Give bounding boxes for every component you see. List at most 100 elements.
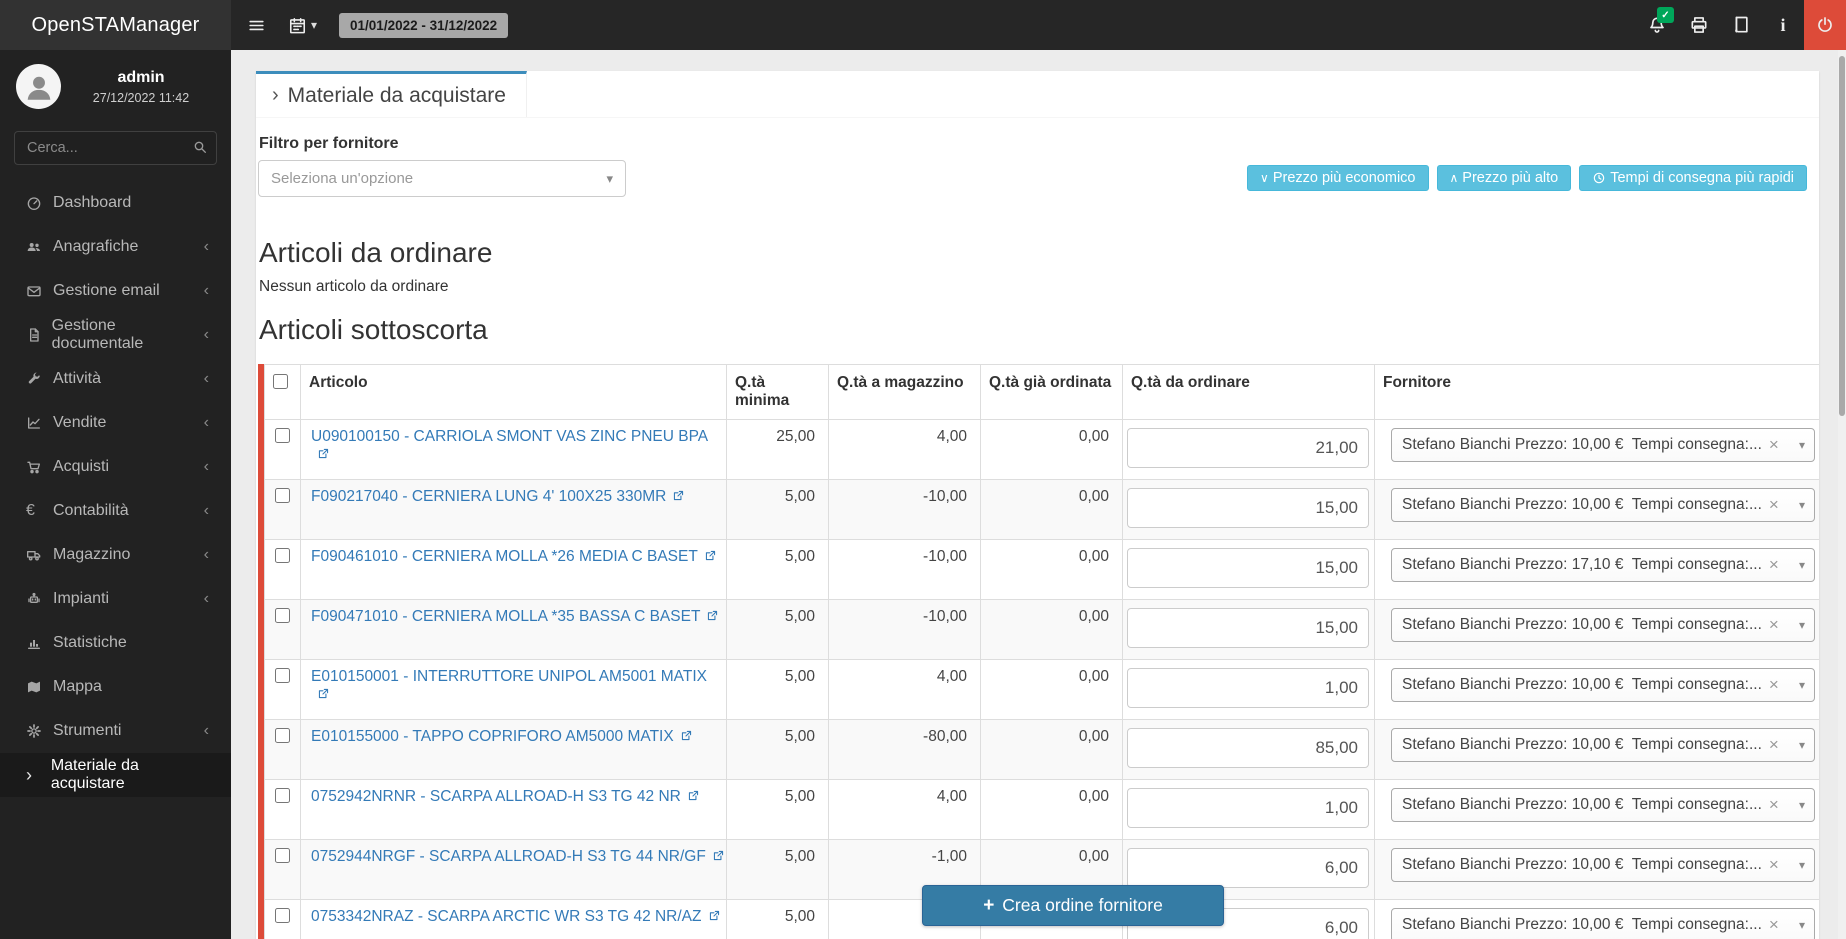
clear-selection-icon[interactable]: × xyxy=(1769,795,1779,815)
qta-da-ordinare-input[interactable] xyxy=(1127,848,1369,888)
search-icon[interactable] xyxy=(192,139,208,155)
calendar-button[interactable]: ▾ xyxy=(288,16,317,35)
external-link-icon xyxy=(317,687,330,700)
select-all-checkbox[interactable] xyxy=(273,374,288,389)
clear-selection-icon[interactable]: × xyxy=(1769,435,1779,455)
sidebar-item-icon xyxy=(26,195,53,211)
supplier-select[interactable]: Stefano Bianchi Prezzo: 10,00 € Tempi co… xyxy=(1391,728,1815,762)
row-checkbox[interactable] xyxy=(275,908,290,923)
clear-selection-icon[interactable]: × xyxy=(1769,615,1779,635)
qta-da-ordinare-input[interactable] xyxy=(1127,548,1369,588)
sidebar-item[interactable]: Gestione documentale ‹ xyxy=(0,313,231,357)
table-header-row: Articolo Q.tà minima Q.tà a magazzino Q.… xyxy=(265,365,1820,420)
info-button[interactable]: i xyxy=(1762,0,1804,50)
sidebar-item[interactable]: › Materiale da acquistare ‹ xyxy=(0,753,231,797)
chevron-left-icon: ‹ xyxy=(204,326,209,344)
supplier-select[interactable]: Stefano Bianchi Prezzo: 10,00 € Tempi co… xyxy=(1391,608,1815,642)
article-link[interactable]: 0752944NRGF - SCARPA ALLROAD-H S3 TG 44 … xyxy=(311,848,706,865)
qta-da-ordinare-input[interactable] xyxy=(1127,788,1369,828)
article-link[interactable]: F090471010 - CERNIERA MOLLA *35 BASSA C … xyxy=(311,608,700,625)
qta-da-ordinare-input[interactable] xyxy=(1127,668,1369,708)
qta-da-ordinare-input[interactable] xyxy=(1127,488,1369,528)
logout-button[interactable] xyxy=(1804,0,1846,50)
qta-da-ordinare-input[interactable] xyxy=(1127,428,1369,468)
supplier-select[interactable]: Stefano Bianchi Prezzo: 10,00 € Tempi co… xyxy=(1391,788,1815,822)
clear-selection-icon[interactable]: × xyxy=(1769,855,1779,875)
sidebar-item[interactable]: € Contabilità ‹ xyxy=(0,489,231,533)
supplier-select[interactable]: Stefano Bianchi Prezzo: 10,00 € Tempi co… xyxy=(1391,428,1815,462)
supplier-price-text: Stefano Bianchi Prezzo: 10,00 € xyxy=(1402,496,1623,513)
sort-button[interactable]: Tempi di consegna più rapidi xyxy=(1579,165,1807,191)
sidebar-item[interactable]: Vendite ‹ xyxy=(0,401,231,445)
row-checkbox[interactable] xyxy=(275,788,290,803)
supplier-price-text: Stefano Bianchi Prezzo: 10,00 € xyxy=(1402,856,1623,873)
caret-down-icon: ▾ xyxy=(1799,918,1805,932)
sidebar-item[interactable]: Strumenti ‹ xyxy=(0,709,231,753)
article-link[interactable]: F090217040 - CERNIERA LUNG 4' 100X25 330… xyxy=(311,488,666,505)
col-header-qta-da-ordinare: Q.tà da ordinare xyxy=(1123,365,1375,420)
supplier-delivery-text: Tempi consegna:... xyxy=(1632,676,1762,693)
sidebar-item[interactable]: Attività ‹ xyxy=(0,357,231,401)
date-range-badge[interactable]: 01/01/2022 - 31/12/2022 xyxy=(339,13,508,38)
clear-selection-icon[interactable]: × xyxy=(1769,915,1779,935)
supplier-select[interactable]: Stefano Bianchi Prezzo: 10,00 € Tempi co… xyxy=(1391,848,1815,882)
select-placeholder: Seleziona un'opzione xyxy=(271,170,606,187)
row-checkbox[interactable] xyxy=(275,668,290,683)
sidebar-item-icon xyxy=(26,459,53,475)
caret-down-icon: ▾ xyxy=(1799,858,1805,872)
article-link[interactable]: U090100150 - CARRIOLA SMONT VAS ZINC PNE… xyxy=(311,428,708,445)
row-checkbox[interactable] xyxy=(275,728,290,743)
sidebar-item[interactable]: Gestione email ‹ xyxy=(0,269,231,313)
article-link[interactable]: E010155000 - TAPPO COPRIFORO AM5000 MATI… xyxy=(311,728,674,745)
clear-selection-icon[interactable]: × xyxy=(1769,675,1779,695)
create-order-label: Crea ordine fornitore xyxy=(1002,895,1163,916)
sidebar-item[interactable]: Acquisti ‹ xyxy=(0,445,231,489)
print-button[interactable] xyxy=(1678,0,1720,50)
docs-button[interactable] xyxy=(1720,0,1762,50)
row-checkbox[interactable] xyxy=(275,548,290,563)
scrollbar-thumb[interactable] xyxy=(1839,56,1845,416)
article-link[interactable]: F090461010 - CERNIERA MOLLA *26 MEDIA C … xyxy=(311,548,698,565)
supplier-select[interactable]: Stefano Bianchi Prezzo: 10,00 € Tempi co… xyxy=(1391,668,1815,702)
qta-minima-value: 25,00 xyxy=(727,420,829,480)
row-checkbox[interactable] xyxy=(275,488,290,503)
clear-selection-icon[interactable]: × xyxy=(1769,555,1779,575)
sidebar-item[interactable]: Impianti ‹ xyxy=(0,577,231,621)
sidebar-item[interactable]: Magazzino ‹ xyxy=(0,533,231,577)
supplier-price-text: Stefano Bianchi Prezzo: 10,00 € xyxy=(1402,436,1623,453)
supplier-filter-select[interactable]: Seleziona un'opzione ▾ xyxy=(258,160,626,197)
calendar-icon xyxy=(288,16,307,35)
sort-button[interactable]: ∧ Prezzo più alto xyxy=(1437,165,1572,191)
page-scrollbar[interactable] xyxy=(1838,50,1846,939)
qta-da-ordinare-input[interactable] xyxy=(1127,608,1369,648)
sidebar-item-label: Attività xyxy=(53,370,101,388)
sidebar-item[interactable]: Anagrafiche ‹ xyxy=(0,225,231,269)
create-supplier-order-button[interactable]: + Crea ordine fornitore xyxy=(922,885,1224,926)
sidebar-item-icon: € xyxy=(26,502,53,520)
search-input[interactable] xyxy=(14,131,217,165)
supplier-select[interactable]: Stefano Bianchi Prezzo: 10,00 € Tempi co… xyxy=(1391,488,1815,522)
clear-selection-icon[interactable]: × xyxy=(1769,495,1779,515)
qta-ordinata-value: 0,00 xyxy=(981,420,1123,480)
qta-da-ordinare-input[interactable] xyxy=(1127,728,1369,768)
row-checkbox[interactable] xyxy=(275,428,290,443)
notifications-button[interactable]: ✓ xyxy=(1636,0,1678,50)
article-link[interactable]: 0752942NRNR - SCARPA ALLROAD-H S3 TG 42 … xyxy=(311,788,681,805)
sidebar-toggle-button[interactable] xyxy=(247,16,266,35)
sidebar-item[interactable]: Mappa ‹ xyxy=(0,665,231,709)
sidebar-item[interactable]: Statistiche ‹ xyxy=(0,621,231,665)
supplier-select[interactable]: Stefano Bianchi Prezzo: 17,10 € Tempi co… xyxy=(1391,548,1815,582)
table-row: F090217040 - CERNIERA LUNG 4' 100X25 330… xyxy=(265,480,1820,540)
clear-selection-icon[interactable]: × xyxy=(1769,735,1779,755)
supplier-price-text: Stefano Bianchi Prezzo: 10,00 € xyxy=(1402,796,1623,813)
sidebar-item-icon xyxy=(26,591,53,607)
row-checkbox[interactable] xyxy=(275,848,290,863)
row-checkbox[interactable] xyxy=(275,608,290,623)
article-link[interactable]: E010150001 - INTERRUTTORE UNIPOL AM5001 … xyxy=(311,668,707,685)
sort-button[interactable]: ∨ Prezzo più economico xyxy=(1247,165,1428,191)
tab-materiale-da-acquistare[interactable]: › Materiale da acquistare xyxy=(256,71,527,117)
qta-minima-value: 5,00 xyxy=(727,600,829,660)
sidebar-item[interactable]: Dashboard ‹ xyxy=(0,181,231,225)
article-link[interactable]: 0753342NRAZ - SCARPA ARCTIC WR S3 TG 42 … xyxy=(311,908,702,925)
supplier-select[interactable]: Stefano Bianchi Prezzo: 10,00 € Tempi co… xyxy=(1391,908,1815,939)
